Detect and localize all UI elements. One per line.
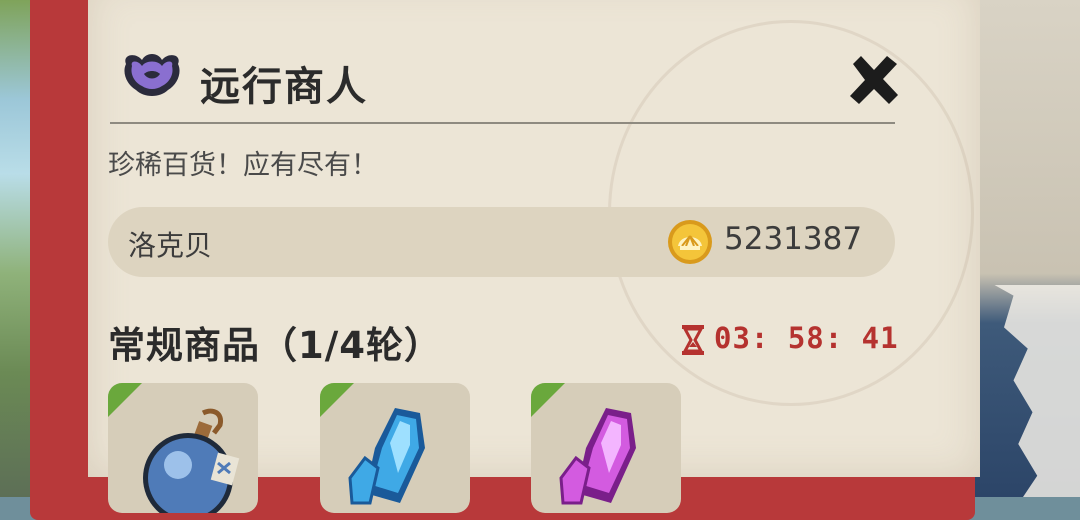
player-info-bar: 洛克贝 5231387 bbox=[108, 207, 895, 277]
timer-text: 03: 58: 41 bbox=[714, 321, 899, 355]
torn-paper-decoration bbox=[994, 285, 1080, 497]
close-icon[interactable] bbox=[843, 50, 905, 112]
merchant-logo-icon bbox=[124, 54, 180, 96]
purple-crystal-icon bbox=[559, 408, 636, 505]
coin-icon bbox=[668, 220, 712, 264]
potion-bottle-icon bbox=[143, 408, 240, 513]
panel-header: 远行商人 bbox=[120, 48, 900, 118]
coin-amount: 5231387 bbox=[724, 221, 863, 257]
goods-item[interactable] bbox=[531, 383, 681, 513]
player-name: 洛克贝 bbox=[128, 229, 213, 262]
section-title: 常规商品（1/4轮） bbox=[108, 324, 443, 367]
goods-item[interactable] bbox=[320, 383, 470, 513]
hourglass-icon bbox=[682, 325, 704, 355]
background-scenery-right bbox=[975, 0, 1080, 497]
blue-crystal-icon bbox=[348, 408, 425, 505]
page-title: 远行商人 bbox=[200, 64, 368, 110]
refresh-timer: 03: 58: 41 bbox=[680, 320, 900, 360]
panel-subtitle: 珍稀百货！应有尽有！ bbox=[108, 150, 378, 181]
header-divider bbox=[110, 122, 895, 124]
goods-item[interactable] bbox=[108, 383, 258, 513]
